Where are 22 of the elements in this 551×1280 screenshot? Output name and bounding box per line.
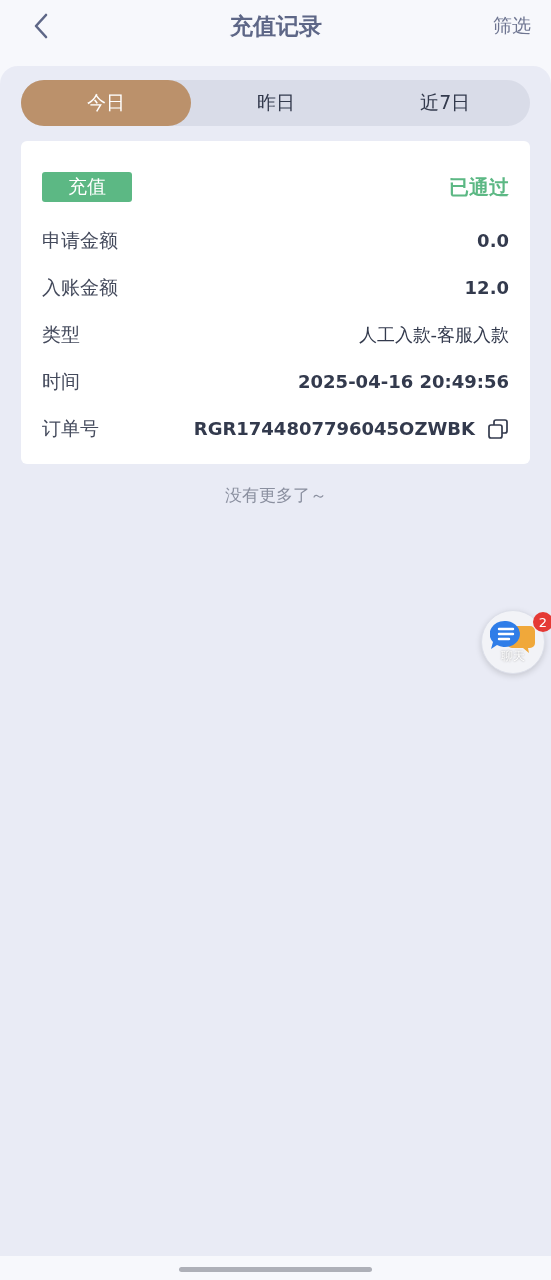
filter-button[interactable]: 筛选 [493,13,531,39]
field-value: 2025-04-16 20:49:56 [298,371,509,392]
field-value: 人工入款-客服入款 [358,322,509,347]
date-tab[interactable]: 昨日 [190,80,361,126]
end-of-list-text: 没有更多了～ [223,484,328,507]
field-label: 申请金额 [42,227,118,253]
field-value: RGR1744807796045OZWBK [193,418,475,439]
chevron-left-icon [34,13,48,39]
copy-icon [487,417,509,440]
field-label: 时间 [42,368,80,394]
status-text: 已通过 [449,173,509,201]
type-tag: 充值 [42,172,132,202]
field-label: 订单号 [42,415,99,441]
page-title: 充值记录 [229,11,322,41]
back-button[interactable] [34,13,48,39]
copy-button[interactable] [487,417,509,440]
date-tab[interactable]: 近7日 [360,80,530,126]
field-value: 12.0 [464,277,509,298]
field-label: 类型 [42,321,80,347]
field-value: 0.0 [477,230,509,251]
date-tab[interactable]: 今日 [21,80,191,126]
field-label: 入账金额 [42,274,118,300]
